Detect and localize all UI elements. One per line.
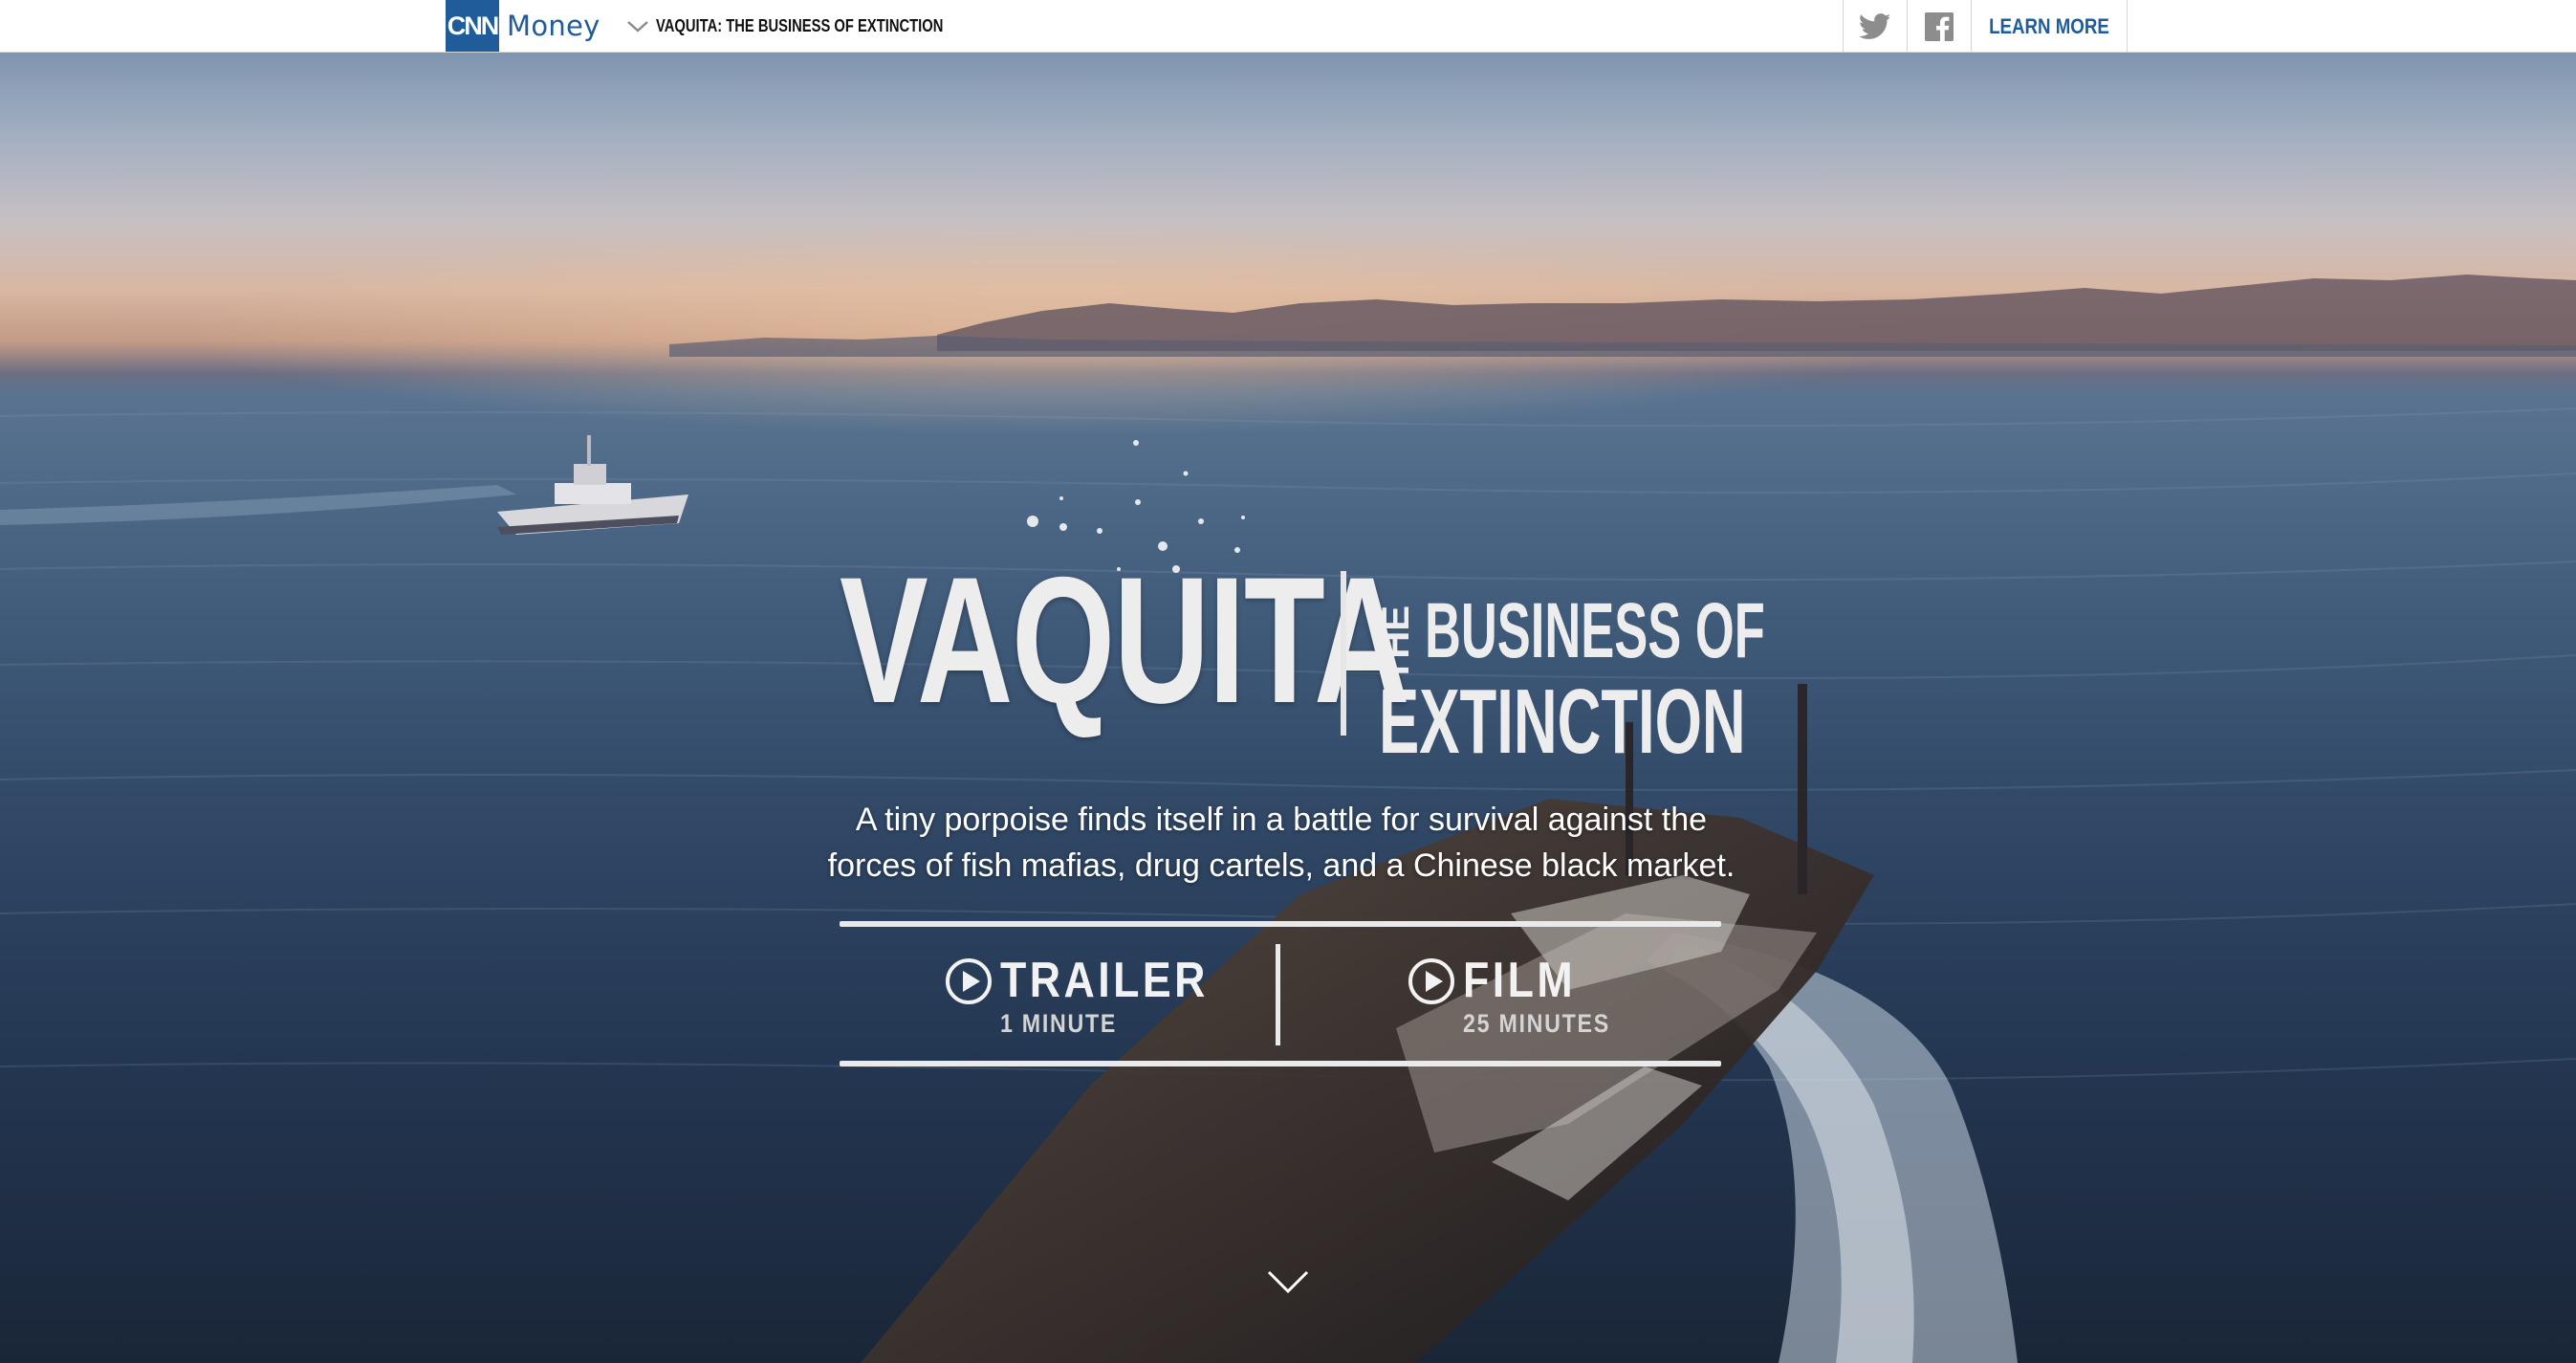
learn-more-button[interactable]: LEARN MORE bbox=[1972, 0, 2128, 53]
trailer-duration: 1 MINUTE bbox=[1000, 1009, 1118, 1038]
twitter-icon bbox=[1859, 12, 1891, 39]
title-vaquita: VAQUITA bbox=[840, 539, 1410, 740]
tagline-line-1: A tiny porpoise finds itself in a battle… bbox=[855, 802, 1708, 838]
hero-video-background: VAQUITA THE BUSINESS OF EXTINCTION A tin… bbox=[0, 53, 2576, 1363]
title-divider bbox=[1341, 571, 1346, 736]
film-tagline: A tiny porpoise finds itself in a battle… bbox=[794, 797, 1769, 889]
trailer-label: TRAILER bbox=[1000, 953, 1209, 1008]
top-navigation-bar: CNN Money VAQUITA: THE BUSINESS OF EXTIN… bbox=[0, 0, 2576, 53]
cnn-logo-mark: CNN bbox=[446, 0, 499, 52]
film-title-logo: VAQUITA THE BUSINESS OF EXTINCTION bbox=[840, 539, 1765, 780]
play-icon bbox=[1408, 958, 1454, 1004]
tagline-line-2: forces of fish mafias, drug cartels, and… bbox=[827, 847, 1736, 884]
share-toolbar: LEARN MORE bbox=[1843, 0, 2128, 53]
cnn-money-logo[interactable]: CNN Money bbox=[446, 0, 600, 52]
story-title: VAQUITA: THE BUSINESS OF EXTINCTION bbox=[656, 15, 944, 35]
facebook-icon bbox=[1925, 11, 1954, 41]
film-duration: 25 MINUTES bbox=[1463, 1009, 1610, 1038]
scroll-down-chevron-icon[interactable] bbox=[1266, 1268, 1310, 1295]
film-label: FILM bbox=[1463, 953, 1577, 1008]
story-menu-toggle[interactable]: VAQUITA: THE BUSINESS OF EXTINCTION bbox=[625, 0, 1006, 52]
learn-more-label: LEARN MORE bbox=[1989, 13, 2109, 38]
title-extinction: EXTINCTION bbox=[1379, 671, 1746, 773]
twitter-share-button[interactable] bbox=[1844, 0, 1908, 53]
play-icon bbox=[946, 958, 992, 1004]
top-rule bbox=[840, 921, 1721, 927]
chevron-down-icon bbox=[627, 21, 648, 33]
patrol-boat bbox=[497, 435, 688, 535]
facebook-share-button[interactable] bbox=[1908, 0, 1972, 53]
play-film-button[interactable]: FILM 25 MINUTES bbox=[1408, 954, 1656, 1040]
video-divider bbox=[1276, 944, 1280, 1045]
video-options-bar: TRAILER 1 MINUTE FILM 25 MINUTES bbox=[840, 921, 1721, 1068]
play-trailer-button[interactable]: TRAILER 1 MINUTE bbox=[945, 954, 1232, 1040]
title-business-of: BUSINESS OF bbox=[1425, 587, 1765, 674]
money-logo-text: Money bbox=[507, 10, 600, 42]
bottom-rule bbox=[840, 1061, 1721, 1066]
